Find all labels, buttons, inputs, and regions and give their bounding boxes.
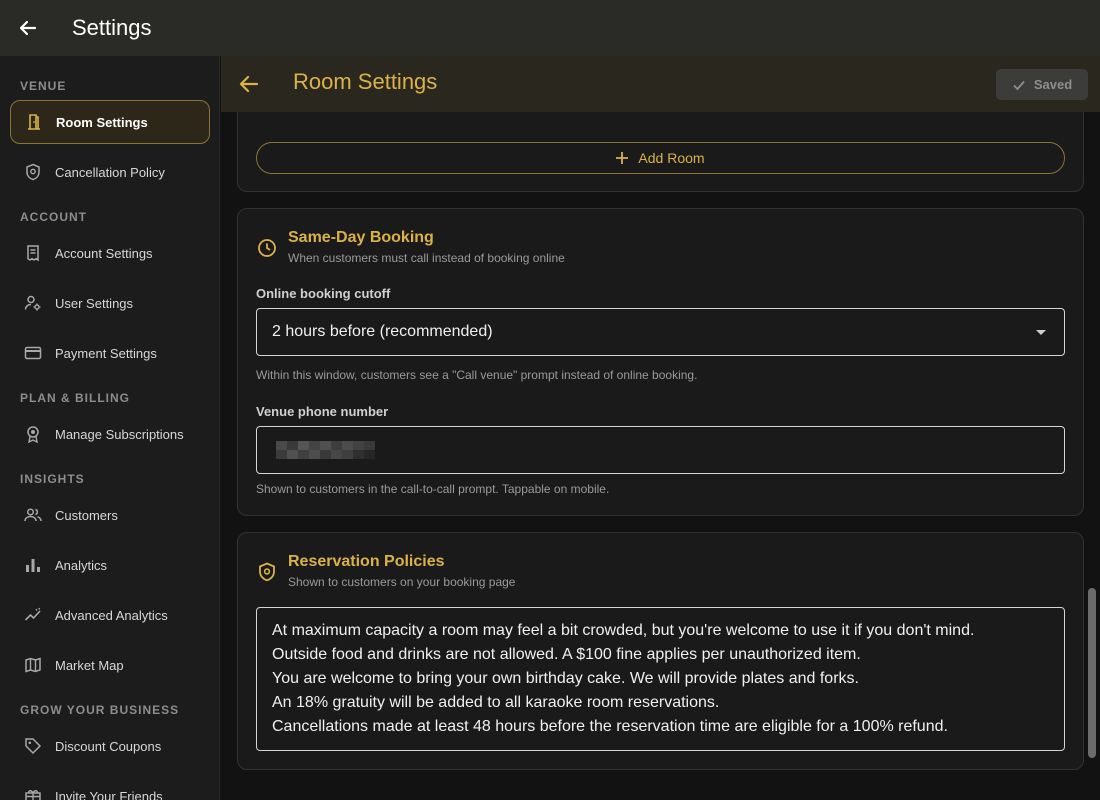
sidebar-item-invite-friends[interactable]: Invite Your Friends <box>10 774 210 800</box>
phone-label: Venue phone number <box>256 404 389 419</box>
map-icon <box>22 654 44 676</box>
sidebar-item-label: Discount Coupons <box>55 738 162 754</box>
cutoff-help: Within this window, customers see a "Cal… <box>256 368 698 382</box>
sidebar-item-discount-coupons[interactable]: Discount Coupons <box>10 724 210 768</box>
sidebar-item-label: Room Settings <box>56 114 148 130</box>
sidebar: VENUE Room Settings Cancellation Policy … <box>0 56 220 800</box>
cutoff-value: 2 hours before (recommended) <box>272 323 493 340</box>
sidebar-item-label: Invite Your Friends <box>55 788 163 800</box>
check-icon <box>1013 80 1025 90</box>
add-room-button[interactable]: Add Room <box>256 142 1065 174</box>
add-room-label: Add Room <box>638 150 705 166</box>
plus-icon <box>616 152 629 164</box>
policy-line: Cancellations made at least 48 hours bef… <box>272 718 948 735</box>
reservation-policies-card: Reservation Policies Shown to customers … <box>237 532 1084 770</box>
badge-icon <box>22 423 44 445</box>
user-gear-icon <box>22 292 44 314</box>
sidebar-item-label: Account Settings <box>55 245 153 261</box>
sidebar-item-label: Market Map <box>55 657 124 673</box>
sidebar-item-market-map[interactable]: Market Map <box>10 643 210 687</box>
sidebar-item-analytics[interactable]: Analytics <box>10 543 210 587</box>
page-title: Room Settings <box>293 69 438 94</box>
sidebar-item-label: User Settings <box>55 295 134 311</box>
sidebar-item-room-settings[interactable]: Room Settings <box>10 100 210 144</box>
phone-help: Shown to customers in the call-to-call p… <box>256 482 610 496</box>
caret-down-icon <box>1036 330 1046 335</box>
card-title: Same-Day Booking <box>288 229 434 246</box>
sidebar-item-cancellation-policy[interactable]: Cancellation Policy <box>10 150 210 194</box>
door-icon <box>23 111 45 133</box>
tag-icon <box>22 735 44 757</box>
card-subtitle: When customers must call instead of book… <box>288 251 565 265</box>
same-day-booking-card: Same-Day Booking When customers must cal… <box>237 208 1084 516</box>
sidebar-item-label: Cancellation Policy <box>55 164 165 180</box>
sidebar-item-label: Customers <box>55 507 118 523</box>
policy-line: An 18% gratuity will be added to all kar… <box>272 694 720 711</box>
sidebar-item-label: Advanced Analytics <box>55 607 168 623</box>
phone-input[interactable] <box>256 426 1065 474</box>
cutoff-label: Online booking cutoff <box>256 286 391 301</box>
shield-icon <box>259 562 275 582</box>
sidebar-item-manage-subscriptions[interactable]: Manage Subscriptions <box>10 412 210 456</box>
saved-button[interactable]: Saved <box>996 69 1088 100</box>
section-title-plan-billing: PLAN & BILLING <box>20 391 130 405</box>
policy-line: At maximum capacity a room may feel a bi… <box>272 622 975 639</box>
section-title-insights: INSIGHTS <box>20 472 85 486</box>
trend-icon <box>22 604 44 626</box>
back-button[interactable] <box>0 0 56 56</box>
page-header: Room Settings Saved <box>221 56 1100 112</box>
sidebar-item-label: Analytics <box>55 557 108 573</box>
app-bar: Settings <box>0 0 1100 56</box>
policy-line: Outside food and drinks are not allowed.… <box>272 646 861 663</box>
section-title-grow-your-business: GROW YOUR BUSINESS <box>20 703 180 717</box>
section-title-venue: VENUE <box>20 79 67 93</box>
shield-icon <box>22 161 44 183</box>
arrow-left-icon <box>19 20 37 36</box>
sidebar-item-user-settings[interactable]: User Settings <box>10 281 210 325</box>
section-title-account: ACCOUNT <box>20 210 87 224</box>
card-header: Reservation Policies Shown to customers … <box>256 553 515 589</box>
cutoff-select[interactable]: 2 hours before (recommended) <box>256 308 1065 356</box>
card-title: Reservation Policies <box>288 553 445 570</box>
sidebar-item-label: Payment Settings <box>55 345 157 361</box>
main-content: Room Settings Saved Add Room Same-Day Bo… <box>221 56 1100 800</box>
policy-line: You are welcome to bring your own birthd… <box>272 670 859 687</box>
receipt-icon <box>22 242 44 264</box>
clock-icon <box>258 239 276 257</box>
card-subtitle: Shown to customers on your booking page <box>288 575 516 589</box>
sidebar-item-customers[interactable]: Customers <box>10 493 210 537</box>
gift-icon <box>22 785 44 800</box>
scrollbar-thumb[interactable] <box>1088 588 1096 758</box>
sidebar-item-account-settings[interactable]: Account Settings <box>10 231 210 275</box>
sidebar-item-label: Manage Subscriptions <box>55 426 184 442</box>
card-header: Same-Day Booking When customers must cal… <box>256 229 565 265</box>
bar-chart-icon <box>22 554 44 576</box>
people-icon <box>22 504 44 526</box>
app-title: Settings <box>72 15 152 40</box>
policies-textarea[interactable]: At maximum capacity a room may feel a bi… <box>256 607 1065 751</box>
credit-card-icon <box>22 342 44 364</box>
saved-label: Saved <box>1033 77 1073 92</box>
redacted-phone-number <box>276 441 375 459</box>
arrow-left-icon[interactable] <box>237 72 261 96</box>
sidebar-item-payment-settings[interactable]: Payment Settings <box>10 331 210 375</box>
sidebar-item-advanced-analytics[interactable]: Advanced Analytics <box>10 593 210 637</box>
